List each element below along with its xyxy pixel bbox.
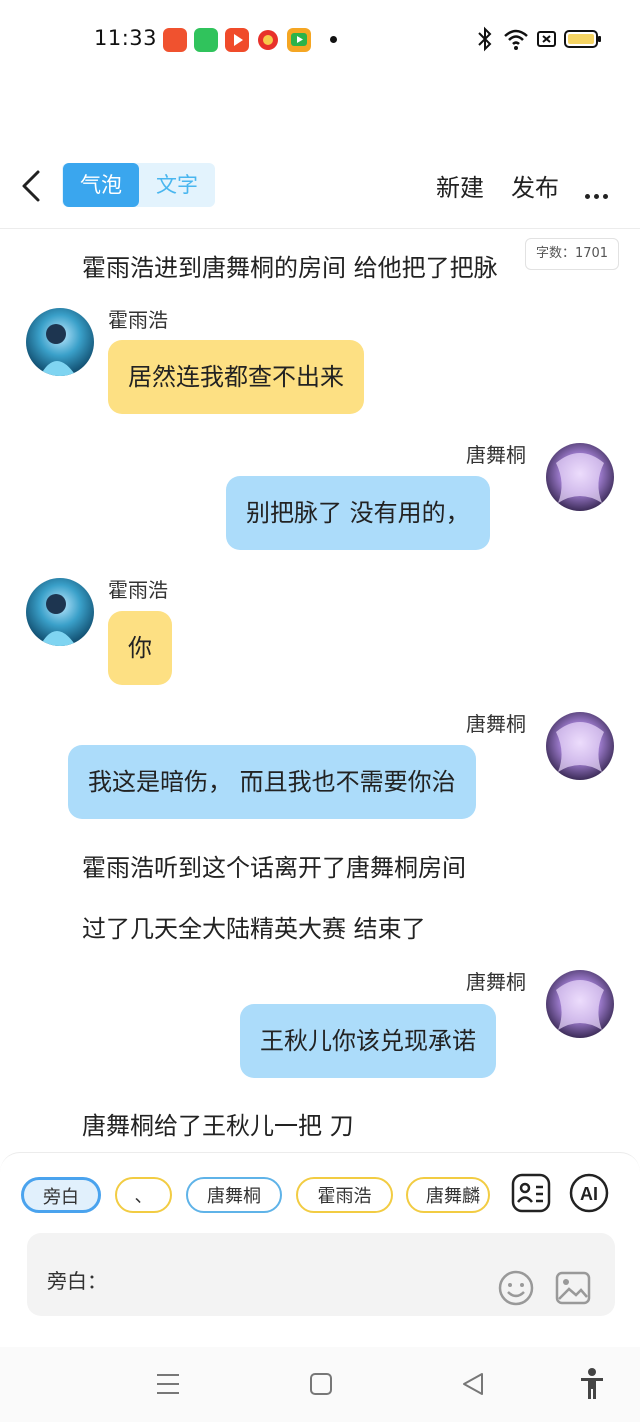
mode-toggle: 气泡 文字: [62, 163, 215, 207]
app-icon-5: [287, 28, 311, 52]
avatar-huo-yuhao[interactable]: [26, 308, 94, 376]
app-icon-3: [225, 28, 249, 52]
new-button[interactable]: 新建: [436, 168, 484, 203]
svg-text:AI: AI: [580, 1184, 598, 1204]
role-manage-icon[interactable]: [511, 1173, 551, 1213]
chat-bubble-right[interactable]: 我这是暗伤， 而且我也不需要你治: [68, 745, 476, 819]
speaker-name: 唐舞桐: [466, 712, 526, 736]
role-chip-tang-wutong[interactable]: 唐舞桐: [186, 1177, 282, 1213]
image-icon[interactable]: [554, 1269, 592, 1307]
app-icon-4: [256, 28, 280, 52]
speaker-name: 唐舞桐: [466, 970, 526, 994]
wifi-icon: [504, 29, 528, 50]
avatar-huo-yuhao[interactable]: [26, 578, 94, 646]
tab-text[interactable]: 文字: [139, 163, 215, 207]
more-options-icon[interactable]: [585, 184, 612, 203]
speaker-name: 唐舞桐: [466, 443, 526, 467]
system-nav-bar: [0, 1347, 640, 1422]
ai-icon[interactable]: AI: [569, 1173, 609, 1213]
speaker-name: 霍雨浩: [108, 308, 168, 332]
role-chip-tang-wulin[interactable]: 唐舞麟: [406, 1177, 490, 1213]
back-arrow-icon[interactable]: [18, 166, 48, 206]
narration-line[interactable]: 霍雨浩进到唐舞桐的房间 给他把了把脉: [82, 248, 498, 283]
bluetooth-icon: [478, 26, 492, 52]
menu-icon[interactable]: [155, 1371, 181, 1397]
chat-bubble-left[interactable]: 居然连我都查不出来: [108, 340, 364, 414]
narration-line[interactable]: 过了几天全大陆精英大赛 结束了: [82, 909, 426, 944]
narration-line[interactable]: 唐舞桐给了王秋儿一把 刀: [82, 1106, 354, 1141]
role-chip-huo-yuhao[interactable]: 霍雨浩: [296, 1177, 393, 1213]
chat-bubble-left[interactable]: 你: [108, 611, 172, 685]
narration-line[interactable]: 霍雨浩听到这个话离开了唐舞桐房间: [82, 848, 466, 883]
dialogue-input[interactable]: 旁白：: [27, 1233, 615, 1316]
status-bar: 11:33: [0, 0, 640, 80]
chat-bubble-right[interactable]: 王秋儿你该兑现承诺: [240, 1004, 496, 1078]
app-icon-1: [163, 28, 187, 52]
header-divider: [0, 228, 640, 229]
battery-icon: [564, 30, 601, 48]
emoji-icon[interactable]: [497, 1269, 535, 1307]
word-count-badge: 字数：1701: [525, 238, 619, 270]
status-time: 11:33: [94, 26, 158, 50]
accessibility-icon[interactable]: [578, 1367, 606, 1401]
publish-button[interactable]: 发布: [511, 168, 559, 203]
notification-dot: [330, 36, 337, 43]
sim-icon: [537, 31, 556, 47]
avatar-tang-wutong[interactable]: [546, 443, 614, 511]
role-chip-comma[interactable]: 、: [115, 1177, 172, 1213]
avatar-tang-wutong[interactable]: [546, 712, 614, 780]
editor-header: 气泡 文字 新建 发布: [0, 150, 640, 222]
role-chip-narrator[interactable]: 旁白: [21, 1177, 101, 1213]
chat-bubble-right[interactable]: 别把脉了 没有用的，: [226, 476, 490, 550]
speaker-name: 霍雨浩: [108, 578, 168, 602]
back-nav-icon[interactable]: [460, 1371, 486, 1397]
home-icon[interactable]: [308, 1371, 334, 1397]
input-role-label: 旁白：: [47, 1269, 107, 1293]
tab-bubble[interactable]: 气泡: [63, 163, 139, 207]
app-icon-2: [194, 28, 218, 52]
avatar-tang-wutong[interactable]: [546, 970, 614, 1038]
